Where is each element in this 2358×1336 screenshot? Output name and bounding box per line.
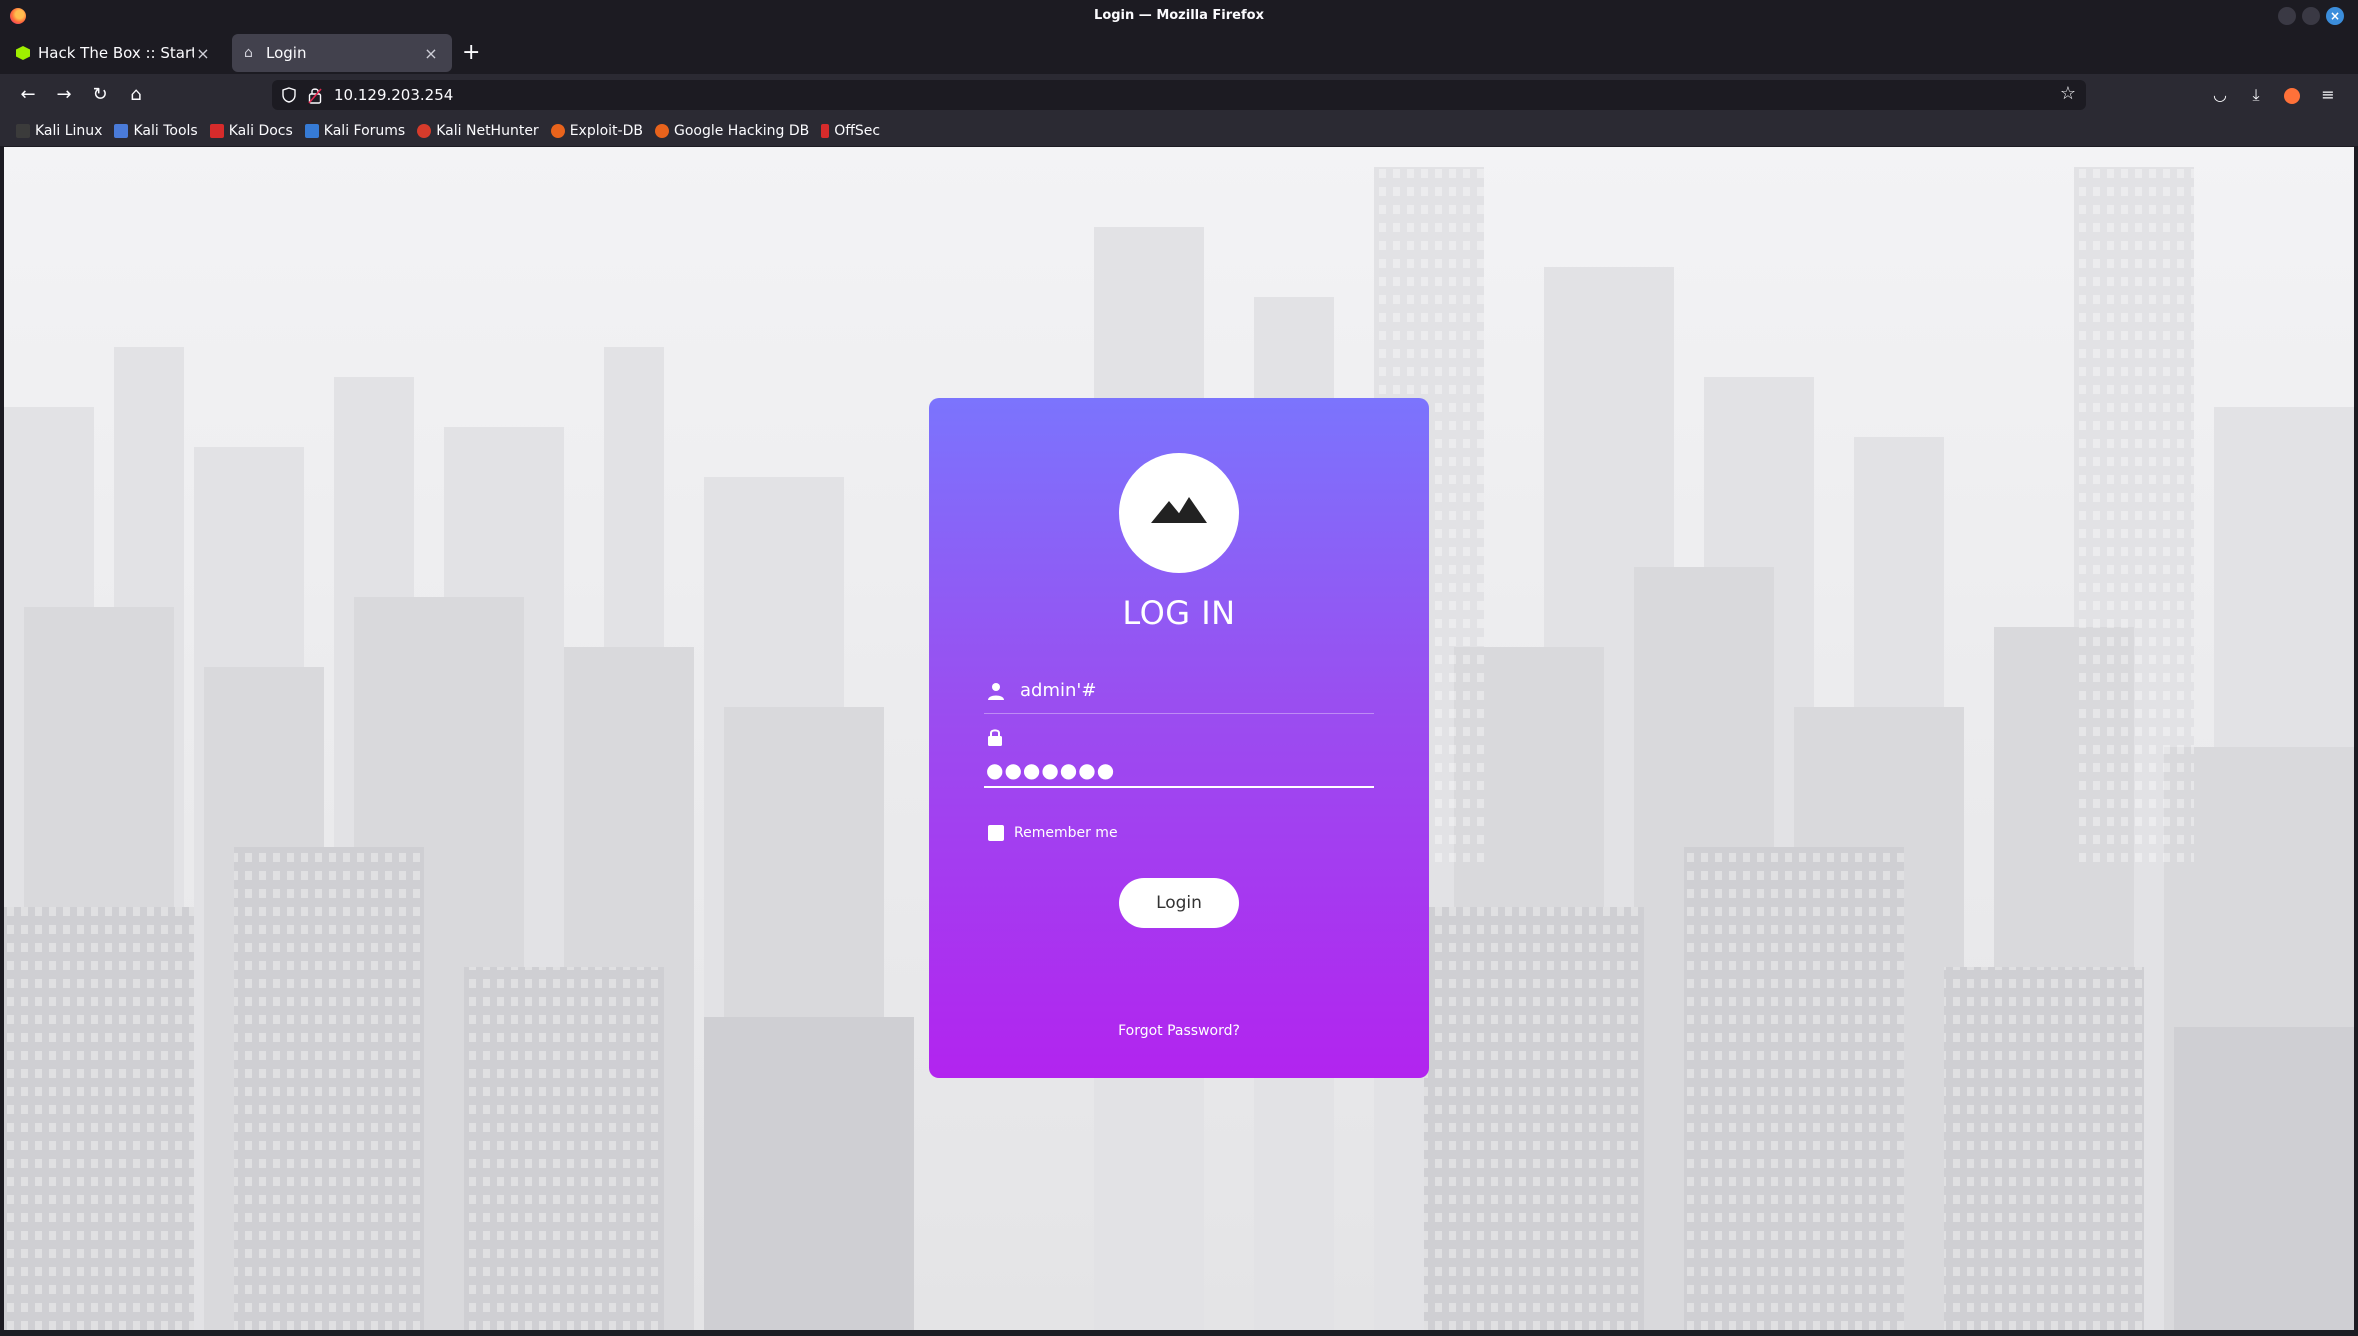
url-text: 10.129.203.254	[334, 86, 454, 104]
offsec-icon	[821, 124, 830, 138]
kali-tools-icon	[114, 124, 129, 138]
home-button[interactable]: ⌂	[124, 83, 148, 107]
username-input[interactable]: admin'#	[1020, 680, 1096, 701]
new-tab-button[interactable]: +	[462, 42, 480, 64]
insecure-lock-icon[interactable]	[308, 86, 322, 104]
home-icon: ⌂	[244, 45, 253, 61]
maximize-button[interactable]	[2302, 7, 2320, 25]
kali-docs-icon	[209, 124, 224, 138]
remember-me[interactable]: Remember me	[988, 825, 1118, 841]
kali-linux-icon	[16, 124, 30, 138]
bookmarks-toolbar: Kali Linux Kali Tools Kali Docs Kali For…	[0, 116, 2358, 146]
extension-foxyproxy-icon[interactable]	[2280, 83, 2304, 107]
minimize-button[interactable]	[2278, 7, 2296, 25]
password-field[interactable]: ●●●●●●●	[984, 728, 1374, 788]
login-card: LOG IN admin'# ●●●●●●● Remember me Login…	[929, 398, 1429, 1078]
login-title: LOG IN	[1122, 594, 1236, 632]
page-content: LOG IN admin'# ●●●●●●● Remember me Login…	[4, 147, 2354, 1330]
hackthebox-icon	[16, 46, 30, 60]
tab-hackthebox[interactable]: Hack The Box :: Starting Point ×	[4, 34, 224, 72]
password-input[interactable]: ●●●●●●●	[986, 758, 1115, 782]
bookmark-kali-nethunter[interactable]: Kali NetHunter	[417, 123, 539, 139]
tab-label: Login	[266, 44, 307, 62]
bookmark-offsec[interactable]: OffSec	[821, 123, 880, 139]
window-titlebar: Login — Mozilla Firefox ×	[0, 0, 2358, 32]
reload-button[interactable]: ↻	[88, 83, 112, 107]
kali-forums-icon	[304, 124, 319, 138]
lock-icon	[988, 729, 1002, 746]
bookmark-kali-docs[interactable]: Kali Docs	[209, 123, 293, 139]
close-tab-icon[interactable]: ×	[422, 44, 440, 63]
close-tab-icon[interactable]: ×	[194, 44, 212, 63]
app-menu-icon[interactable]: ≡	[2316, 83, 2340, 107]
close-window-button[interactable]: ×	[2326, 7, 2344, 25]
bookmark-label: Google Hacking DB	[673, 123, 810, 139]
bookmark-exploit-db[interactable]: Exploit-DB	[550, 123, 643, 139]
avatar	[1119, 453, 1239, 573]
bookmark-label: Kali Linux	[35, 123, 103, 139]
bookmark-label: Kali Forums	[323, 123, 406, 139]
user-icon	[988, 683, 1004, 700]
url-bar[interactable]: 10.129.203.254 ☆	[272, 80, 2086, 110]
back-button[interactable]: ←	[16, 83, 40, 107]
exploit-db-icon	[550, 124, 565, 138]
tab-login[interactable]: ⌂ Login ×	[232, 34, 452, 72]
mountain-icon	[1151, 497, 1207, 523]
tab-label: Hack The Box :: Starting Point	[38, 44, 194, 62]
bookmark-kali-linux[interactable]: Kali Linux	[16, 123, 102, 139]
pocket-icon[interactable]: ◡	[2208, 83, 2232, 107]
username-field[interactable]: admin'#	[984, 676, 1374, 714]
tab-strip: Hack The Box :: Starting Point × ⌂ Login…	[0, 32, 2358, 74]
bookmark-label: Kali Tools	[133, 123, 198, 139]
remember-me-checkbox[interactable]	[988, 825, 1004, 841]
remember-me-label: Remember me	[1014, 825, 1118, 841]
bookmark-label: Kali NetHunter	[436, 123, 539, 139]
bookmark-label: OffSec	[834, 123, 881, 139]
bookmark-label: Exploit-DB	[569, 123, 643, 139]
window-title: Login — Mozilla Firefox	[1094, 8, 1264, 23]
navigation-toolbar: ← → ↻ ⌂ 10.129.203.254 ☆ ◡ ⤓ ≡	[0, 74, 2358, 116]
bookmark-kali-tools[interactable]: Kali Tools	[114, 123, 198, 139]
tracking-protection-shield-icon[interactable]	[282, 87, 296, 103]
kali-nethunter-icon	[417, 124, 432, 138]
login-button[interactable]: Login	[1119, 878, 1239, 928]
downloads-icon[interactable]: ⤓	[2244, 83, 2268, 107]
forgot-password-link[interactable]: Forgot Password?	[929, 1023, 1429, 1039]
bookmark-label: Kali Docs	[228, 123, 293, 139]
bookmark-kali-forums[interactable]: Kali Forums	[304, 123, 406, 139]
bookmark-google-hacking-db[interactable]: Google Hacking DB	[654, 123, 810, 139]
google-hacking-db-icon	[654, 124, 669, 138]
forward-button[interactable]: →	[52, 83, 76, 107]
bookmark-star-icon[interactable]: ☆	[2060, 83, 2076, 104]
